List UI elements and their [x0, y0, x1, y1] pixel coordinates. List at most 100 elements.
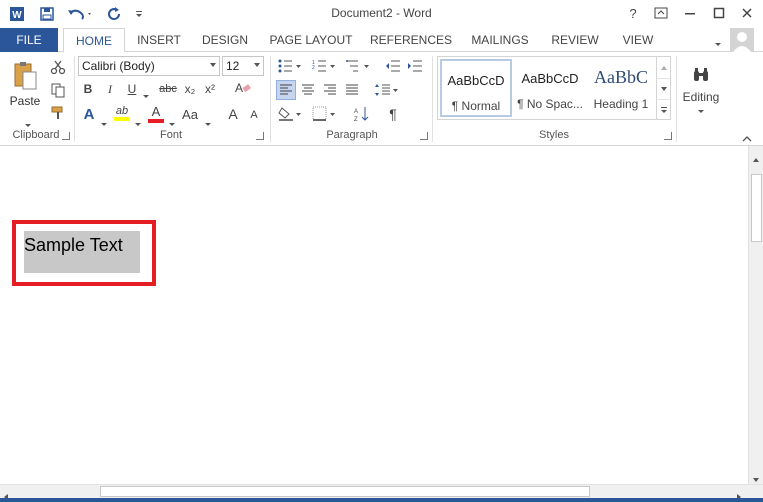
highlight-color-bar — [114, 117, 130, 121]
styles-gallery: AaBbCcD ¶ Normal AaBbCcD ¶ No Spac... Aa… — [437, 56, 671, 120]
text-highlight-button[interactable]: ab — [112, 102, 132, 124]
style-no-spacing-name: ¶ No Spac... — [517, 97, 583, 111]
underline-button[interactable]: U — [124, 80, 140, 98]
tab-page-layout[interactable]: PAGE LAYOUT — [266, 28, 356, 52]
change-case-button[interactable]: Aa — [178, 104, 202, 124]
maximize-icon[interactable] — [706, 2, 732, 24]
styles-group-label: Styles — [539, 129, 569, 141]
ribbon-tabs: FILE HOME INSERT DESIGN PAGE LAYOUT REFE… — [0, 28, 763, 53]
font-size-value: 12 — [226, 59, 240, 73]
styles-scroll-down-icon[interactable] — [656, 78, 670, 99]
grow-font-button[interactable]: A — [224, 104, 242, 124]
style-normal-preview: AaBbCcD — [447, 73, 505, 88]
user-avatar[interactable] — [730, 28, 754, 52]
shading-icon[interactable] — [276, 104, 306, 124]
ribbon-display-options-icon[interactable] — [648, 2, 674, 24]
group-divider — [432, 56, 433, 142]
scroll-up-icon[interactable] — [752, 150, 760, 168]
vertical-scrollbar[interactable] — [748, 146, 763, 484]
style-normal-name: ¶ Normal — [451, 99, 501, 113]
tab-review[interactable]: REVIEW — [546, 28, 604, 52]
svg-text:A: A — [235, 81, 243, 95]
numbering-icon[interactable]: 12 — [310, 57, 340, 75]
close-icon[interactable] — [734, 2, 760, 24]
help-button[interactable]: ? — [620, 2, 646, 24]
editing-button[interactable]: Editing — [680, 56, 722, 122]
clear-formatting-icon[interactable]: A — [232, 78, 254, 98]
paste-label: Paste — [9, 94, 41, 108]
font-size-select[interactable]: 12 — [222, 56, 264, 76]
cut-icon[interactable] — [48, 57, 68, 77]
bullets-icon[interactable] — [276, 57, 306, 75]
line-spacing-icon[interactable] — [372, 80, 402, 100]
increase-indent-icon[interactable] — [406, 57, 424, 75]
font-family-value: Calibri (Body) — [82, 59, 155, 73]
sample-text[interactable]: Sample Text — [24, 231, 140, 273]
subscript-button[interactable]: x₂ — [182, 80, 198, 98]
align-right-icon[interactable] — [320, 80, 340, 100]
style-heading-1-name: Heading 1 — [593, 97, 649, 111]
font-color-button[interactable]: A — [146, 102, 166, 124]
tab-view[interactable]: VIEW — [614, 28, 662, 52]
paste-icon — [14, 62, 37, 90]
strikethrough-button[interactable]: abc — [156, 80, 180, 98]
styles-more-icon[interactable] — [656, 99, 670, 119]
text-highlight-label: ab — [115, 105, 129, 117]
decrease-indent-icon[interactable] — [384, 57, 402, 75]
font-launcher-icon[interactable] — [256, 132, 264, 140]
borders-icon[interactable] — [310, 104, 340, 124]
font-group-label: Font — [159, 129, 182, 141]
styles-launcher-icon[interactable] — [664, 132, 672, 140]
editing-label: Editing — [682, 89, 720, 104]
horizontal-scrollbar[interactable] — [0, 484, 763, 500]
style-no-spacing[interactable]: AaBbCcD ¶ No Spac... — [514, 59, 586, 117]
justify-icon[interactable] — [342, 80, 362, 100]
clipboard-launcher-icon[interactable] — [62, 132, 70, 140]
bold-button[interactable]: B — [80, 80, 96, 98]
tab-insert[interactable]: INSERT — [130, 28, 188, 52]
format-painter-icon[interactable] — [48, 103, 68, 123]
editing-dropdown-icon — [698, 109, 704, 113]
style-no-spacing-preview: AaBbCcD — [521, 71, 579, 86]
vertical-scroll-thumb[interactable] — [751, 174, 762, 242]
paragraph-launcher-icon[interactable] — [420, 132, 428, 140]
shrink-font-button[interactable]: A — [246, 106, 262, 124]
superscript-button[interactable]: x² — [202, 80, 218, 98]
document-canvas[interactable] — [0, 146, 748, 484]
tab-design[interactable]: DESIGN — [196, 28, 254, 52]
status-bar — [0, 498, 763, 502]
style-normal[interactable]: AaBbCcD ¶ Normal — [440, 59, 512, 117]
styles-scroll-up-icon[interactable] — [656, 57, 670, 78]
show-hide-marks-button[interactable]: ¶ — [384, 104, 402, 124]
tab-references[interactable]: REFERENCES — [368, 28, 454, 52]
paragraph-group-label: Paragraph — [326, 129, 378, 141]
copy-icon[interactable] — [48, 80, 68, 100]
group-divider — [74, 56, 75, 142]
binoculars-icon — [694, 67, 708, 81]
paste-button[interactable]: Paste — [8, 56, 42, 112]
style-heading-1[interactable]: AaBbC Heading 1 — [586, 59, 656, 117]
italic-button[interactable]: I — [102, 80, 118, 98]
ribbon: Paste Clipboard Calibri (Body) 12 B I U … — [0, 52, 763, 146]
svg-text:A: A — [354, 109, 358, 115]
tab-mailings[interactable]: MAILINGS — [466, 28, 534, 52]
word-window: W Document2 - Word ? FILE HOME INSERT DE… — [0, 0, 763, 502]
minimize-icon[interactable] — [677, 2, 703, 24]
underline-dropdown-icon[interactable] — [140, 85, 149, 103]
sort-icon[interactable]: AZ — [352, 104, 372, 124]
text-effects-button[interactable]: A — [80, 104, 98, 124]
align-left-icon[interactable] — [276, 80, 296, 100]
multilevel-list-icon[interactable] — [344, 57, 374, 75]
tab-file[interactable]: FILE — [0, 28, 58, 52]
svg-text:2: 2 — [312, 65, 315, 71]
font-color-label: A — [151, 103, 161, 119]
svg-text:Z: Z — [354, 117, 358, 122]
font-color-bar — [148, 118, 164, 123]
collapse-ribbon-icon[interactable] — [714, 35, 722, 53]
font-family-select[interactable]: Calibri (Body) — [78, 56, 220, 76]
align-center-icon[interactable] — [298, 80, 318, 100]
tab-home[interactable]: HOME — [63, 28, 125, 53]
style-heading-1-preview: AaBbC — [594, 67, 648, 87]
horizontal-scroll-thumb[interactable] — [100, 486, 590, 497]
title-bar: W Document2 - Word ? — [0, 0, 763, 28]
